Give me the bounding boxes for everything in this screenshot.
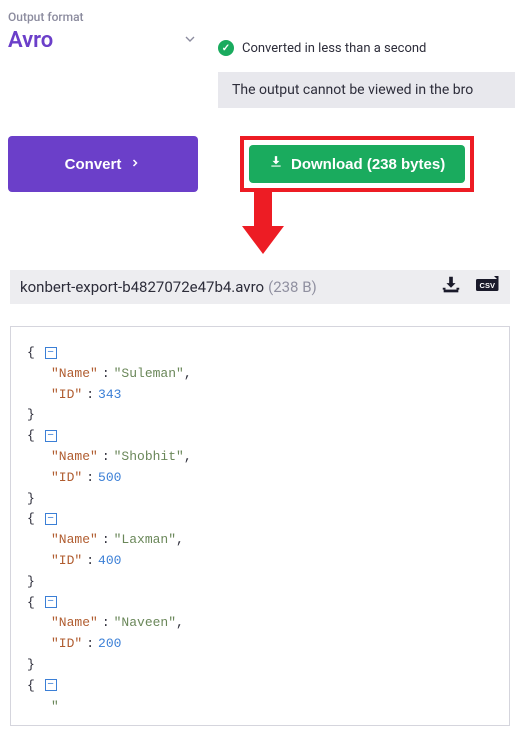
red-arrow-annotation	[240, 192, 286, 260]
output-notice: The output cannot be viewed in the bro	[218, 72, 515, 108]
collapse-icon[interactable]: −	[45, 596, 57, 608]
download-button-label: Download (238 bytes)	[291, 156, 445, 173]
check-circle-icon: ✓	[218, 40, 234, 56]
collapse-icon[interactable]: −	[45, 430, 57, 442]
download-highlight-annotation: Download (238 bytes)	[240, 136, 474, 192]
svg-text:CSV: CSV	[480, 281, 495, 290]
conversion-status-text: Converted in less than a second	[242, 41, 426, 56]
chevron-down-icon	[182, 31, 198, 51]
chevron-right-icon	[129, 156, 141, 173]
collapse-icon[interactable]: −	[45, 513, 57, 525]
download-file-icon[interactable]	[440, 274, 462, 300]
download-icon	[269, 155, 283, 173]
convert-button[interactable]: Convert	[8, 136, 198, 192]
convert-button-label: Convert	[65, 156, 122, 173]
conversion-status: ✓ Converted in less than a second	[218, 40, 515, 56]
output-format-selector[interactable]: Output format Avro	[8, 10, 198, 108]
json-output-panel[interactable]: { −"Name":"Suleman","ID":343}{ −"Name":"…	[10, 326, 510, 726]
collapse-icon[interactable]: −	[45, 347, 57, 359]
file-info-bar: konbert-export-b4827072e47b4.avro (238 B…	[10, 270, 510, 304]
output-format-value: Avro	[8, 28, 53, 53]
file-name: konbert-export-b4827072e47b4.avro	[20, 278, 264, 296]
csv-export-icon[interactable]: CSV	[476, 274, 500, 300]
collapse-icon[interactable]: −	[45, 679, 57, 691]
file-size: (238 B)	[268, 278, 317, 296]
output-format-label: Output format	[8, 10, 198, 24]
download-button[interactable]: Download (238 bytes)	[249, 145, 465, 183]
